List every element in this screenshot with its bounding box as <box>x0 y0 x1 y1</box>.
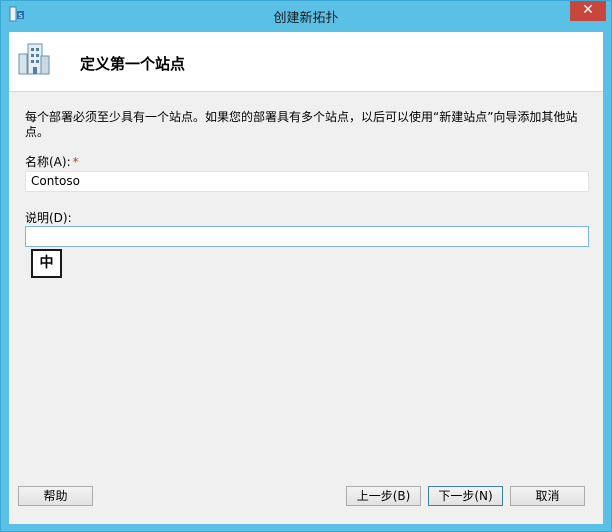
dialog-client-area: 定义第一个站点 每个部署必须至少具有一个站点。如果您的部署具有多个站点，以后可以… <box>9 32 603 524</box>
dialog-window: S 创建新拓扑 ✕ 定义第一个站点 每个部署必须至少具有一个站点。如果您的部署具… <box>0 0 612 532</box>
window-title: 创建新拓扑 <box>273 11 339 26</box>
building-icon <box>17 42 51 76</box>
next-button[interactable]: 下一步(N) <box>428 486 503 506</box>
required-marker: * <box>72 155 79 169</box>
name-label-text: 名称(A): <box>25 155 71 169</box>
name-label: 名称(A): * <box>25 153 79 170</box>
title-bar: S 创建新拓扑 ✕ <box>1 1 611 29</box>
wizard-header: 定义第一个站点 <box>9 32 603 91</box>
name-field[interactable]: Contoso <box>25 171 589 192</box>
description-field[interactable] <box>25 226 589 247</box>
close-button[interactable]: ✕ <box>570 1 606 21</box>
header-divider <box>9 91 603 92</box>
ime-mode-indicator[interactable]: 中 <box>31 249 62 278</box>
page-title: 定义第一个站点 <box>80 55 186 73</box>
instruction-text: 每个部署必须至少具有一个站点。如果您的部署具有多个站点，以后可以使用“新建站点”… <box>25 110 578 139</box>
description-label: 说明(D): <box>25 211 72 225</box>
back-button[interactable]: 上一步(B) <box>346 486 421 506</box>
cancel-button[interactable]: 取消 <box>510 486 585 506</box>
help-button[interactable]: 帮助 <box>18 486 93 506</box>
